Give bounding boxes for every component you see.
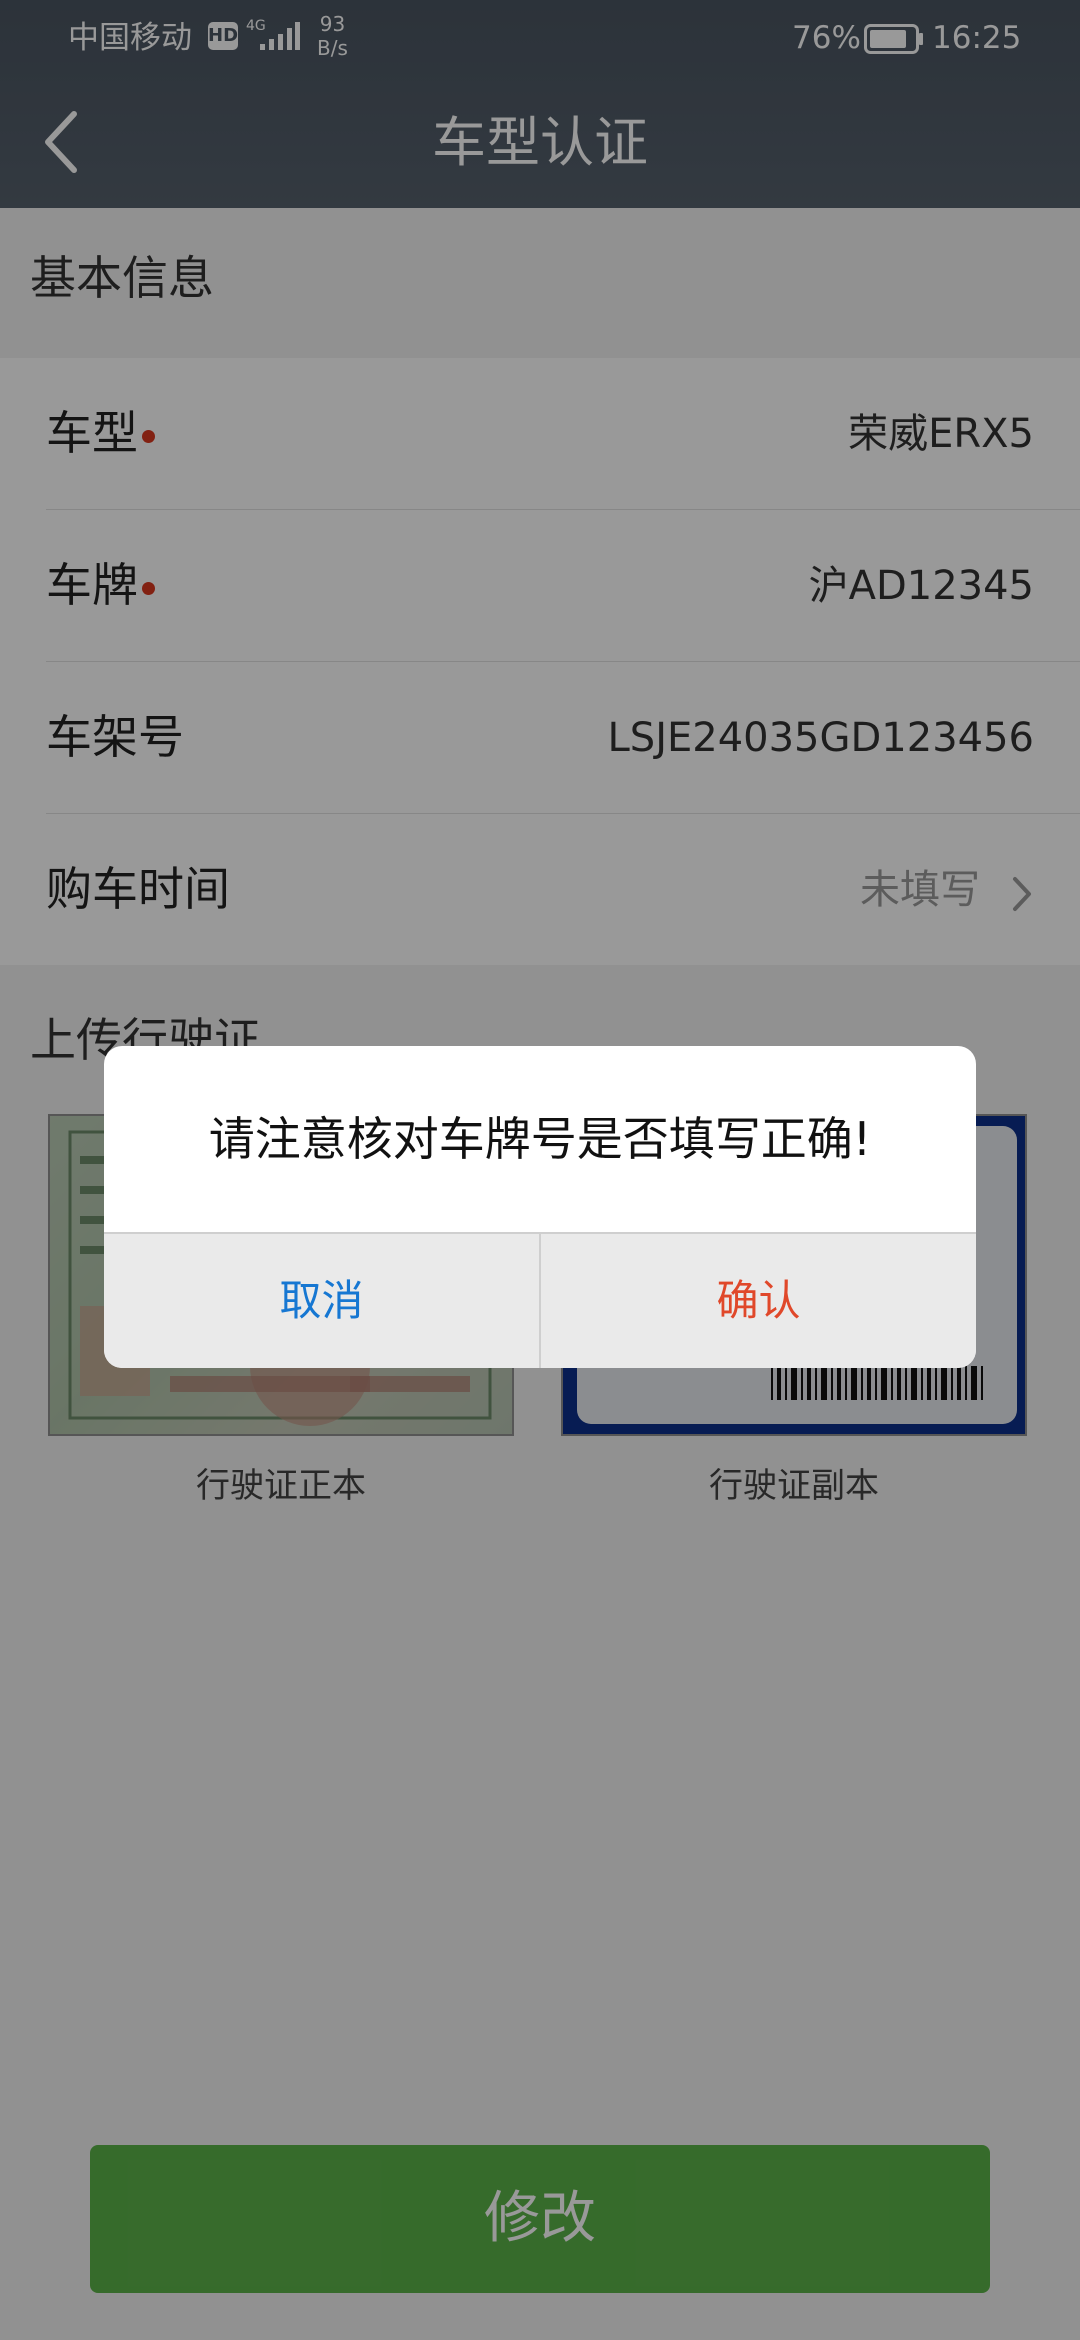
dialog-actions: 取消 确认 — [104, 1232, 976, 1368]
dialog-message: 请注意核对车牌号是否填写正确! — [208, 1112, 872, 1166]
confirm-button[interactable]: 确认 — [541, 1234, 976, 1368]
confirm-dialog: 请注意核对车牌号是否填写正确! 取消 确认 — [104, 1046, 976, 1368]
cancel-button[interactable]: 取消 — [104, 1234, 539, 1368]
